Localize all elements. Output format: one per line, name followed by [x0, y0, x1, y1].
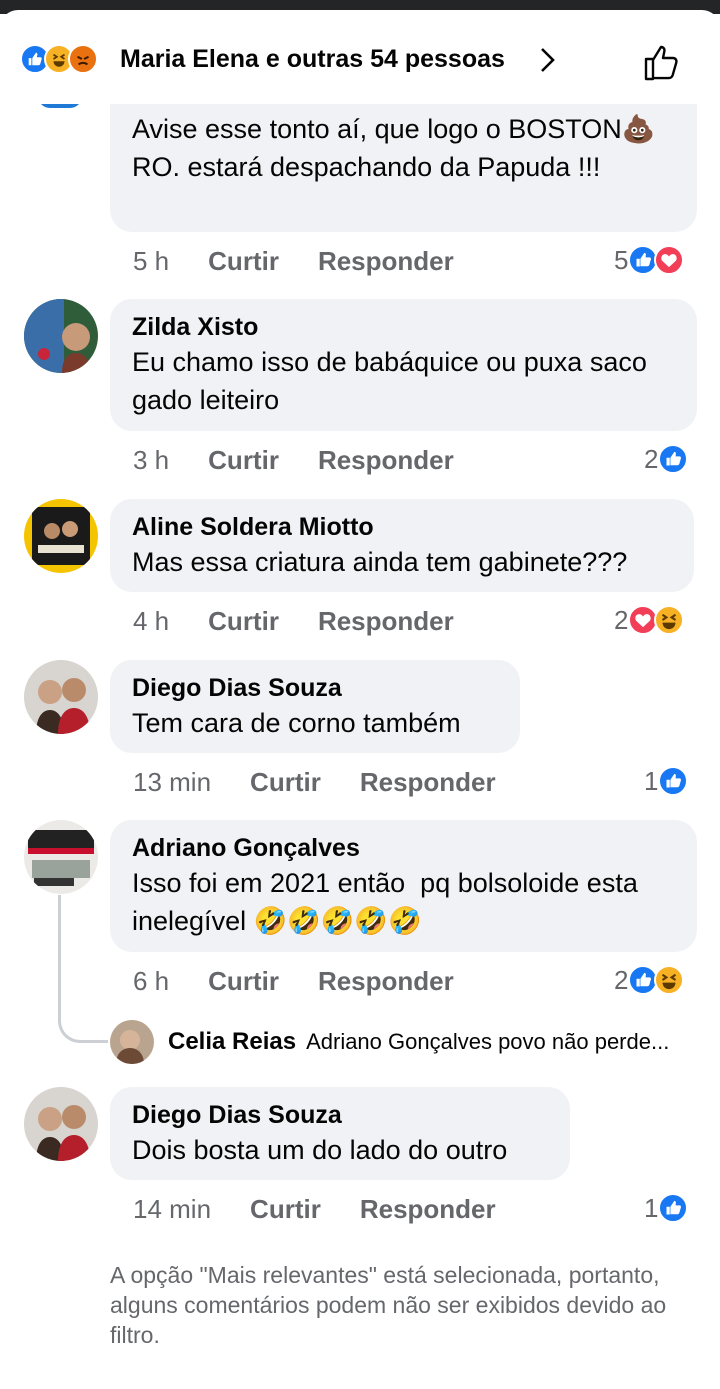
comment-author[interactable]: Diego Dias Souza	[132, 672, 498, 704]
reply-preview[interactable]: Celia Reias Adriano Gonçalves povo não p…	[110, 1018, 710, 1066]
like-button[interactable]: Curtir	[250, 1194, 321, 1224]
comment-author[interactable]: Adriano Gonçalves	[132, 832, 675, 864]
reaction-count[interactable]: 2	[614, 605, 685, 635]
like-icon	[658, 1193, 689, 1223]
haha-icon	[654, 965, 685, 995]
angry-icon	[68, 44, 98, 74]
reactions-header[interactable]: Maria Elena e outras 54 pessoas	[0, 14, 720, 104]
avatar[interactable]	[24, 1087, 98, 1161]
comment-actions: 3 h Curtir Responder	[133, 445, 454, 475]
like-button[interactable]: Curtir	[250, 767, 321, 797]
reaction-count[interactable]: 1	[644, 766, 689, 796]
reply-button[interactable]: Responder	[360, 1194, 496, 1224]
header-reaction-icons	[20, 44, 98, 76]
comment-time: 5 h	[133, 246, 170, 276]
comment-bubble[interactable]: Diego Dias Souza Tem cara de corno també…	[110, 660, 520, 753]
reaction-count[interactable]: 2	[644, 444, 689, 474]
comment-author[interactable]: Aline Soldera Miotto	[132, 511, 672, 543]
reply-button[interactable]: Responder	[318, 246, 454, 276]
comment-text: Tem cara de corno também	[132, 708, 461, 738]
reply-thread-line	[58, 895, 108, 1043]
comment-text: Avise esse tonto aí, que logo o BOSTON💩R…	[132, 114, 656, 182]
like-button[interactable]: Curtir	[208, 606, 279, 636]
avatar[interactable]	[24, 499, 98, 573]
like-button[interactable]: Curtir	[208, 246, 279, 276]
comment-time: 14 min	[133, 1194, 212, 1224]
comment-text: Isso foi em 2021 então pq bolsoloide est…	[132, 868, 646, 936]
comment-actions: 5 h Curtir Responder	[133, 246, 454, 276]
comment-bubble[interactable]: Adriano Gonçalves Isso foi em 2021 então…	[110, 820, 697, 952]
reply-button[interactable]: Responder	[318, 966, 454, 996]
reply-button[interactable]: Responder	[318, 606, 454, 636]
avatar[interactable]	[24, 660, 98, 734]
reactions-summary[interactable]: Maria Elena e outras 54 pessoas	[120, 44, 505, 74]
avatar[interactable]	[24, 299, 98, 373]
reaction-count[interactable]: 1	[644, 1193, 689, 1223]
comment-text: Dois bosta um do lado do outro	[132, 1135, 508, 1165]
comment-bubble[interactable]: Diego Dias Souza Dois bosta um do lado d…	[110, 1087, 570, 1180]
like-icon	[658, 766, 689, 796]
comment-bubble[interactable]: Aline Soldera Miotto Mas essa criatura a…	[110, 499, 694, 592]
avatar[interactable]	[110, 1020, 154, 1064]
like-outline-icon[interactable]	[638, 39, 686, 87]
chevron-right-icon[interactable]	[536, 46, 560, 74]
reply-button[interactable]: Responder	[318, 445, 454, 475]
reply-text[interactable]: Adriano Gonçalves povo não perde...	[306, 1029, 669, 1055]
comment-time: 13 min	[133, 767, 212, 797]
comment-author[interactable]: Zilda Xisto	[132, 311, 675, 343]
comment-text: Mas essa criatura ainda tem gabinete???	[132, 547, 628, 577]
like-button[interactable]: Curtir	[208, 966, 279, 996]
comment-author[interactable]: Diego Dias Souza	[132, 1099, 548, 1131]
reaction-count[interactable]: 2	[614, 965, 685, 995]
comment-actions: 4 h Curtir Responder	[133, 606, 454, 636]
avatar[interactable]	[24, 820, 98, 894]
comment-time: 6 h	[133, 966, 170, 996]
like-icon	[658, 444, 689, 474]
comment-bubble[interactable]: Avise esse tonto aí, que logo o BOSTON💩R…	[110, 104, 697, 232]
comment-text: Eu chamo isso de babáquice ou puxa saco …	[132, 347, 655, 415]
comment-actions: 14 min Curtir Responder	[133, 1194, 496, 1224]
haha-icon	[654, 605, 685, 635]
reaction-count[interactable]: 5	[614, 245, 685, 275]
comment-bubble[interactable]: Zilda Xisto Eu chamo isso de babáquice o…	[110, 299, 697, 431]
reply-button[interactable]: Responder	[360, 767, 496, 797]
comment-actions: 13 min Curtir Responder	[133, 767, 496, 797]
comment-time: 3 h	[133, 445, 170, 475]
reply-author[interactable]: Celia Reias	[168, 1028, 296, 1056]
comment-time: 4 h	[133, 606, 170, 636]
like-button[interactable]: Curtir	[208, 445, 279, 475]
filter-notice: A opção "Mais relevantes" está seleciona…	[110, 1262, 667, 1348]
love-icon	[654, 245, 685, 275]
comment-actions: 6 h Curtir Responder	[133, 966, 454, 996]
